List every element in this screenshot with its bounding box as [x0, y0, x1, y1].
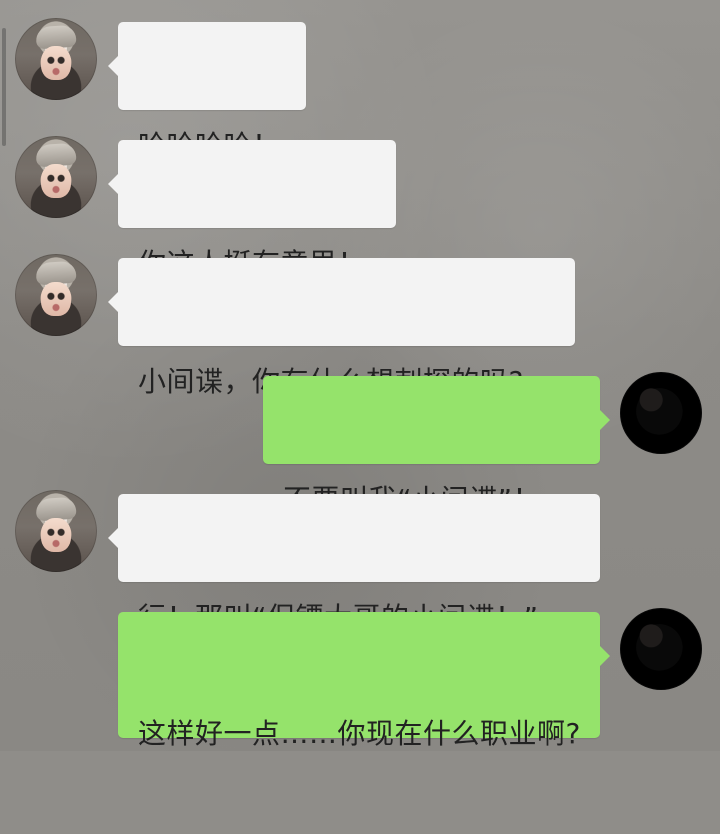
scrollbar[interactable]	[2, 28, 6, 146]
message-bubble[interactable]: 这样好一点……你现在什么职业啊?	[118, 612, 610, 750]
avatar-icon[interactable]	[620, 608, 702, 690]
avatar-icon[interactable]	[15, 490, 97, 572]
avatar-icon[interactable]	[620, 372, 702, 454]
message-bubble[interactable]: 你这人挺有意思！	[108, 140, 396, 280]
message-bubble[interactable]: 小间谍，你有什么想刺探的吗?	[108, 258, 575, 398]
message-text: 这样好一点……你现在什么职业啊?	[138, 717, 581, 750]
avatar-icon[interactable]	[15, 18, 97, 100]
avatar-icon[interactable]	[15, 254, 97, 336]
message-bubble[interactable]: 不要叫我“小间谍”！	[263, 376, 610, 516]
message-bubble[interactable]: 行！那叫“保镖大哥的小间谍！”	[108, 494, 600, 634]
message-bubble[interactable]: 哈哈哈哈！	[108, 22, 306, 162]
avatar-icon[interactable]	[15, 136, 97, 218]
